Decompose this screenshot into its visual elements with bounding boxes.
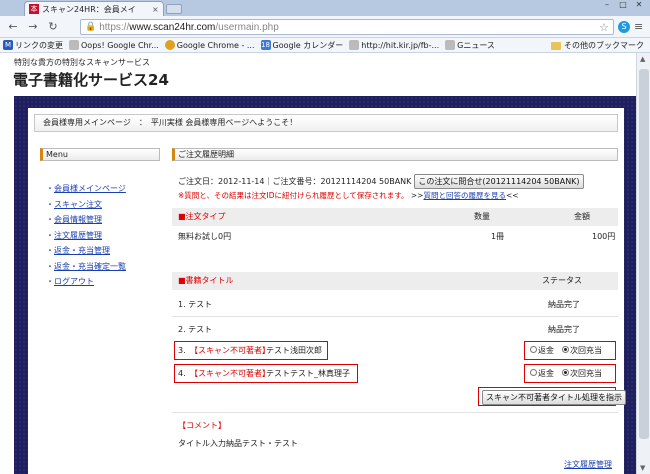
lock-icon: 🔒: [85, 22, 97, 32]
bookmark-item[interactable]: http://hit.kir.jp/fb-...: [349, 40, 439, 50]
order-type-row: 無料お試し0円 1冊 100円: [178, 232, 616, 241]
menu-item-logout[interactable]: ログアウト: [46, 274, 160, 290]
menu-title: Menu: [40, 148, 160, 161]
side-menu: Menu 会員様メインページ スキャン注文 会員情報管理 注文履歴管理 返金・充…: [40, 148, 160, 286]
book-row: 2. テスト 納品完了: [172, 321, 618, 339]
site-logo[interactable]: 電子書籍化サービス24: [13, 69, 169, 90]
welcome-bar: 会員様専用メインページ ： 平川実様 会員様専用ページへようこそ！: [34, 114, 618, 132]
next-use-radio[interactable]: 次回充当: [562, 342, 602, 360]
scroll-up-icon[interactable]: ▲: [640, 55, 645, 63]
browser-toolbar: ← → ↻ 🔒 https://www.scan24hr.com/usermai…: [0, 16, 650, 38]
page-icon: [445, 40, 456, 50]
order-history-link[interactable]: 注文履歴管理: [564, 459, 612, 470]
window-controls: – □ ✕: [600, 0, 646, 10]
content-panel: 会員様専用メインページ ： 平川実様 会員様専用ページへようこそ！ Menu 会…: [28, 108, 626, 474]
history-link[interactable]: 質問と回答の履歴を見る: [423, 191, 506, 200]
bookmarks-bar: M リンクの変更 Oops! Google Chr... Google Chro…: [0, 38, 650, 53]
scroll-down-icon[interactable]: ▼: [640, 464, 645, 472]
bookmark-item[interactable]: M リンクの変更: [3, 40, 63, 51]
browser-tab-bar: 本 スキャン24HR：会員メイ × – □ ✕: [0, 0, 650, 16]
close-window-icon[interactable]: ✕: [632, 0, 646, 10]
new-tab-button[interactable]: [166, 4, 182, 14]
site-favicon-icon: 本: [29, 4, 39, 14]
menu-item-refund[interactable]: 返金・充当管理: [46, 243, 160, 259]
bookmark-item[interactable]: Gニュース: [445, 40, 495, 51]
page-viewport: 特別な貴方の特別なスキャンサービス 電子書籍化サービス24 会員様専用メインペー…: [0, 53, 650, 474]
bookmark-m-icon: M: [3, 40, 13, 50]
page-icon: [69, 40, 79, 50]
book-title-header: ■書籍タイトル ステータス: [172, 272, 618, 290]
status-label: 納品完了: [548, 300, 580, 309]
inquiry-button[interactable]: この注文に問合せ(20121114204 50BANK): [414, 174, 584, 189]
skype-extension-icon[interactable]: S: [618, 21, 630, 33]
order-info: ご注文日：2012-11-14｜ご注文番号：20121114204 50BANK: [178, 177, 412, 186]
radio-off-icon: [530, 369, 537, 376]
address-bar[interactable]: 🔒 https://www.scan24hr.com/usermain.php …: [80, 19, 614, 35]
radio-off-icon: [530, 346, 537, 353]
scroll-thumb[interactable]: [639, 69, 649, 439]
row-divider: [172, 316, 618, 317]
chrome-icon: [164, 40, 175, 50]
radio-on-icon: [562, 346, 569, 353]
status-label: 納品完了: [548, 325, 580, 334]
bookmark-item[interactable]: 18 Google カレンダー: [260, 40, 343, 51]
comment-text: タイトル入力納品テスト・テスト: [178, 439, 298, 448]
bookmark-item[interactable]: Google Chrome - ...: [164, 40, 255, 50]
order-type-header: ■注文タイプ 数量 金額: [172, 208, 618, 226]
forward-icon[interactable]: →: [26, 20, 40, 34]
bookmark-item[interactable]: Oops! Google Chr...: [69, 40, 159, 50]
row-divider: [172, 412, 618, 413]
bookmark-star-icon[interactable]: ☆: [599, 21, 609, 34]
comment-header: 【コメント】: [178, 421, 226, 430]
calendar-icon: 18: [260, 40, 271, 50]
radio-on-icon: [562, 369, 569, 376]
url-text: https://www.scan24hr.com/usermain.php: [99, 21, 279, 33]
process-unscannable-button[interactable]: スキャン不可著者タイトル処理を指示: [482, 390, 626, 405]
menu-item-scan-order[interactable]: スキャン注文: [46, 197, 160, 213]
folder-icon: [551, 41, 561, 50]
refund-radio[interactable]: 返金: [530, 342, 554, 360]
status-radio-group: 返金 次回充当: [530, 342, 616, 360]
book-row: 1. テスト 納品完了: [172, 296, 618, 314]
minimize-icon[interactable]: –: [600, 0, 614, 10]
refund-radio[interactable]: 返金: [530, 365, 554, 383]
order-info-line: ご注文日：2012-11-14｜ご注文番号：20121114204 50BANK…: [178, 174, 584, 189]
menu-item-order-history[interactable]: 注文履歴管理: [46, 228, 160, 244]
menu-item-main[interactable]: 会員様メインページ: [46, 181, 160, 197]
maximize-icon[interactable]: □: [616, 0, 630, 10]
section-title: ご注文履歴明細: [172, 148, 618, 161]
tab-title: スキャン24HR：会員メイ: [42, 4, 136, 14]
next-use-radio[interactable]: 次回充当: [562, 365, 602, 383]
order-notice: ※質問と、その結果は注文IDに紐付けられ履歴として保存されます。 >>質問と回答…: [178, 191, 519, 200]
order-detail: ご注文履歴明細 ご注文日：2012-11-14｜ご注文番号：2012111420…: [172, 148, 626, 474]
menu-item-refund-list[interactable]: 返金・充当確定一覧: [46, 259, 160, 275]
site-header: 特別な貴方の特別なスキャンサービス 電子書籍化サービス24: [0, 53, 636, 93]
page-icon: [349, 40, 360, 50]
status-radio-group: 返金 次回充当: [530, 365, 616, 383]
site-tagline: 特別な貴方の特別なスキャンサービス: [14, 58, 150, 67]
page-scrollbar[interactable]: ▲ ▼: [636, 53, 650, 474]
browser-tab[interactable]: 本 スキャン24HR：会員メイ ×: [24, 1, 164, 16]
menu-item-member-info[interactable]: 会員情報管理: [46, 212, 160, 228]
tab-close-icon[interactable]: ×: [152, 5, 159, 14]
chrome-menu-icon[interactable]: ≡: [634, 20, 643, 33]
other-bookmarks[interactable]: その他のブックマーク: [551, 40, 644, 51]
reload-icon[interactable]: ↻: [46, 20, 60, 34]
back-icon[interactable]: ←: [6, 20, 20, 34]
